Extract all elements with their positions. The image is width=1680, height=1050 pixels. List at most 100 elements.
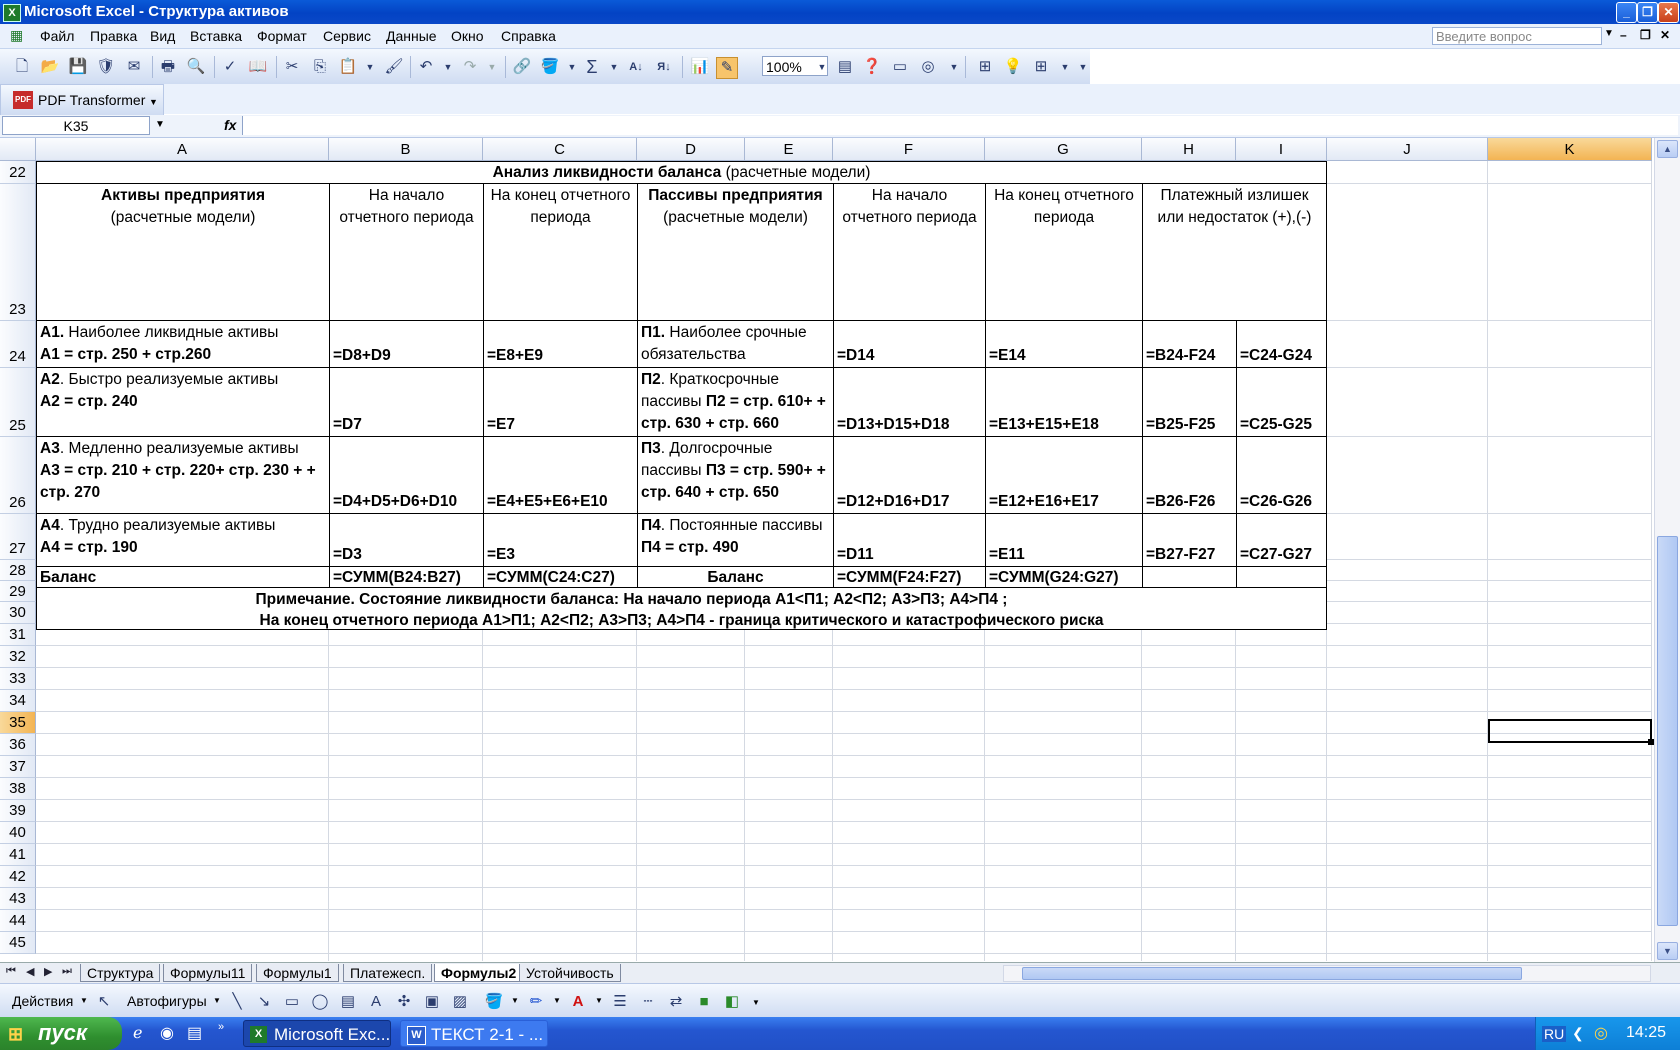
row-header-30[interactable]: 30	[0, 602, 36, 624]
menu-format[interactable]: Формат	[257, 28, 307, 44]
sort-ascending-icon[interactable]: A↓	[626, 57, 646, 77]
column-header-f[interactable]: F	[833, 138, 985, 161]
balance-b[interactable]: =СУММ(B24:B27)	[329, 566, 483, 587]
undo-dropdown-icon[interactable]: ▼	[438, 57, 458, 77]
header-surplus[interactable]: Платежный излишек или недостаток (+),(-)	[1142, 183, 1327, 320]
row-header-26[interactable]: 26	[0, 437, 36, 514]
liability-h-p4[interactable]: =B27-F27	[1142, 513, 1236, 566]
line-color-dropdown-icon[interactable]: ▼	[553, 996, 561, 1005]
row-header-28[interactable]: 28	[0, 560, 36, 581]
row-header-24[interactable]: 24	[0, 321, 36, 368]
taskbar-excel-button[interactable]: X Microsoft Exc...	[243, 1020, 391, 1047]
column-header-e[interactable]: E	[745, 138, 833, 161]
select-all-corner[interactable]	[0, 138, 36, 161]
liability-i-p4[interactable]: =C27-G27	[1236, 513, 1327, 566]
textbox-icon[interactable]: ▤	[338, 992, 358, 1012]
pivot-icon[interactable]: ▤	[835, 57, 855, 77]
scroll-down-arrow[interactable]: ▼	[1657, 942, 1678, 960]
asset-a1[interactable]: А1. Наиболее ликвидные активы А1 = стр. 2…	[36, 320, 329, 367]
liability-f-p1[interactable]: =D14	[833, 320, 985, 367]
row-header-39[interactable]: 39	[0, 800, 36, 822]
taskbar-word-button[interactable]: W ТЕКСТ 2-1 - ...	[400, 1020, 548, 1047]
insert-function-icon[interactable]: fx	[224, 117, 236, 133]
menu-insert[interactable]: Вставка	[190, 28, 242, 44]
font-color-dropdown-icon[interactable]: ▼	[595, 996, 603, 1005]
header-start-period[interactable]: На начало отчетного периода	[329, 183, 483, 320]
print-icon[interactable]: 🖶	[158, 57, 178, 77]
row-header-29[interactable]: 29	[0, 581, 36, 602]
zoom-dropdown-icon[interactable]: ▼	[812, 57, 832, 77]
prev-sheet-icon[interactable]: ◀	[26, 965, 34, 978]
document-icon[interactable]: ▦	[10, 27, 23, 44]
asset-c-a3[interactable]: =E4+E5+E6+E10	[483, 436, 637, 513]
column-header-j[interactable]: J	[1327, 138, 1488, 161]
arrow-style-icon[interactable]: ⇄	[666, 992, 686, 1012]
asset-a3[interactable]: А3. Медленно реализуемые активы А3 = стр.…	[36, 436, 329, 513]
liability-i-p1[interactable]: =C24-G24	[1236, 320, 1327, 367]
clipart-icon[interactable]: ▣	[422, 992, 442, 1012]
menu-data[interactable]: Данные	[386, 28, 437, 44]
autoshapes-dropdown-icon[interactable]: ▼	[213, 996, 221, 1005]
undo-icon[interactable]: ↶	[416, 57, 436, 77]
fill-color-icon[interactable]: 🪣	[540, 57, 560, 77]
oval-icon[interactable]: ◯	[310, 992, 330, 1012]
liability-p1[interactable]: П1. Наиболее срочные обязательства	[637, 320, 833, 367]
liability-g-p1[interactable]: =E14	[985, 320, 1142, 367]
redo-icon[interactable]: ↷	[460, 57, 480, 77]
3d-icon[interactable]: ◧	[722, 992, 742, 1012]
row-header-41[interactable]: 41	[0, 844, 36, 866]
active-cell-k35[interactable]	[1488, 719, 1652, 743]
row-header-36[interactable]: 36	[0, 734, 36, 756]
drawing-toolbar-options-icon[interactable]: ▼	[752, 998, 760, 1007]
toolbar2-options-icon[interactable]: ▼	[1073, 57, 1093, 77]
borders-grid-icon[interactable]: ⊞	[975, 57, 995, 77]
header-end-period-2[interactable]: На конец отчетного периода	[985, 183, 1142, 320]
liability-p4[interactable]: П4. Постоянные пассивы П4 = стр. 490	[637, 513, 833, 566]
language-indicator[interactable]: RU	[1542, 1026, 1567, 1042]
balance-i[interactable]	[1236, 566, 1327, 587]
spreadsheet-grid[interactable]: ABCDEFGHIJK 22 23 24 25 26 27 28 29 30 31 32 33 34 35…	[0, 138, 1654, 962]
line-icon[interactable]: ╲	[227, 992, 247, 1012]
sheet-tab-3[interactable]: Платежесп.	[343, 964, 433, 982]
hyperlink-icon[interactable]: 🔗	[512, 57, 532, 77]
row-header-31[interactable]: 31	[0, 624, 36, 646]
actions-menu[interactable]: Действия	[12, 993, 73, 1009]
row-header-27[interactable]: 27	[0, 514, 36, 560]
table-title[interactable]: Анализ ликвидности баланса (расчетные мо…	[36, 161, 1327, 183]
borders-dropdown-icon[interactable]: ▼	[1055, 57, 1075, 77]
scroll-up-arrow[interactable]: ▲	[1657, 140, 1678, 158]
line-style-icon[interactable]: ☰	[610, 992, 630, 1012]
liability-h-p2[interactable]: =B25-F25	[1142, 367, 1236, 436]
row-header-33[interactable]: 33	[0, 668, 36, 690]
liability-p3[interactable]: П3. Долгосрочные пассивы П3 = стр. 590+ …	[637, 436, 833, 513]
menu-tools[interactable]: Сервис	[323, 28, 371, 44]
autosum-dropdown-icon[interactable]: ▼	[604, 57, 624, 77]
tray-app-icon[interactable]: ◎	[1594, 1023, 1608, 1043]
asset-b-a1[interactable]: =D8+D9	[329, 320, 483, 367]
doc-close-button[interactable]: ✕	[1660, 28, 1670, 42]
row-header-45[interactable]: 45	[0, 932, 36, 954]
name-box-dropdown-icon[interactable]: ▼	[155, 119, 165, 130]
column-header-k[interactable]: K	[1488, 138, 1652, 161]
row-header-40[interactable]: 40	[0, 822, 36, 844]
ie-icon[interactable]: ℯ	[133, 1023, 142, 1043]
menu-edit[interactable]: Правка	[90, 28, 137, 44]
save-icon[interactable]: 💾	[68, 57, 88, 77]
liability-g-p3[interactable]: =E12+E16+E17	[985, 436, 1142, 513]
row-header-22[interactable]: 22	[0, 161, 36, 184]
ask-question-input[interactable]: Введите вопрос	[1432, 27, 1602, 45]
ask-dropdown-icon[interactable]: ▼	[1604, 28, 1614, 39]
name-box[interactable]: K35	[2, 116, 150, 135]
open-icon[interactable]: 📂	[40, 57, 60, 77]
explorer-icon[interactable]: ▤	[187, 1023, 202, 1043]
liability-f-p4[interactable]: =D11	[833, 513, 985, 566]
actions-dropdown-icon[interactable]: ▼	[80, 996, 88, 1005]
pdf-toolbar-options-icon[interactable]: ▼	[149, 97, 158, 107]
menu-help[interactable]: Справка	[501, 28, 556, 44]
column-header-b[interactable]: B	[329, 138, 483, 161]
horizontal-scrollbar[interactable]	[1003, 965, 1651, 982]
sheet-tab-0[interactable]: Структура	[80, 964, 161, 982]
column-header-g[interactable]: G	[985, 138, 1142, 161]
picture-icon[interactable]: ▨	[450, 992, 470, 1012]
close-button[interactable]: ✕	[1658, 2, 1679, 23]
